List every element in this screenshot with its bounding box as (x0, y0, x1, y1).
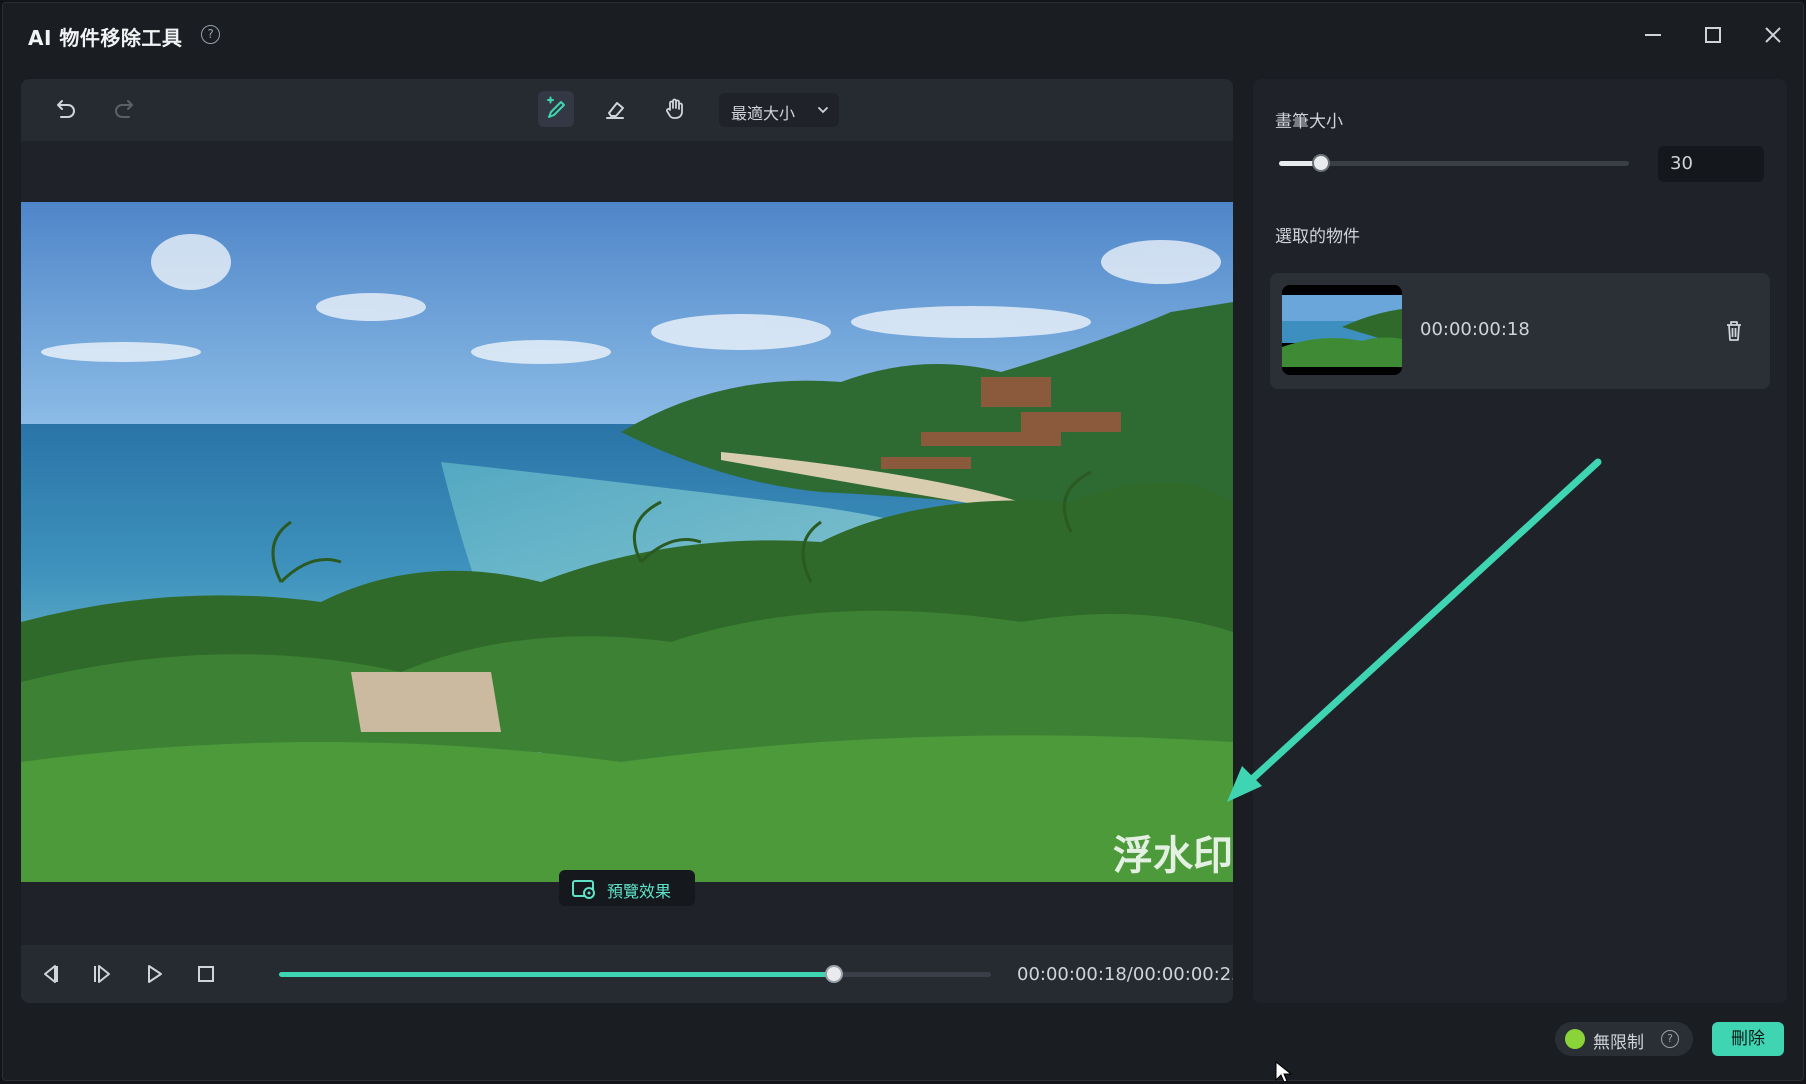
undo-icon (57, 100, 75, 118)
unlimited-label: 無限制 (1593, 1033, 1644, 1053)
maximize-button[interactable] (1695, 17, 1731, 53)
brush-size-label: 畫筆大小 (1275, 112, 1343, 132)
hand-tool-button[interactable] (657, 91, 693, 127)
credit-icon (1565, 1029, 1585, 1049)
object-timecode: 00:00:00:18 (1420, 319, 1530, 340)
eraser-icon (606, 102, 624, 119)
selected-object-item[interactable]: 00:00:00:18 (1270, 273, 1770, 389)
help-icon[interactable]: ? (1661, 1030, 1679, 1048)
preview-label: 預覽效果 (607, 882, 672, 901)
video-frame: 浮水印 (21, 202, 1233, 882)
maximize-icon (1705, 27, 1721, 43)
video-preview[interactable]: 浮水印 (21, 202, 1233, 882)
close-icon (1765, 27, 1781, 43)
undo-button[interactable] (47, 91, 83, 127)
mouse-cursor-icon (1275, 1060, 1293, 1083)
redo-icon (115, 100, 133, 118)
eraser-tool-button[interactable] (597, 91, 633, 127)
next-frame-button[interactable] (87, 959, 117, 989)
settings-panel: 畫筆大小 30 選取的物件 00:00:00:18 (1253, 79, 1787, 1003)
brush-icon (547, 96, 565, 118)
step-back-icon (44, 965, 58, 983)
window-title: AI 物件移除工具 (28, 26, 183, 50)
trash-icon[interactable] (1720, 317, 1748, 345)
play-icon (148, 965, 162, 983)
help-icon[interactable]: ? (201, 25, 220, 44)
playback-timecode: 00:00:00:18/00:00:00:23 (1017, 964, 1233, 985)
step-forward-icon (94, 965, 110, 983)
redo-button[interactable] (107, 91, 143, 127)
editor-panel: 最適大小 浮水印 預覽效果 00:00:00:18/00:00:00:23 (21, 79, 1233, 1003)
zoom-dropdown[interactable]: 最適大小 (719, 93, 839, 127)
unlimited-badge[interactable]: 無限制 ? (1555, 1022, 1693, 1056)
stop-icon (198, 966, 214, 982)
title-bar: AI 物件移除工具 ? (3, 3, 1803, 67)
scrubber-progress (279, 972, 835, 977)
scrubber-handle[interactable] (825, 965, 844, 983)
watermark-text: 浮水印 (1113, 833, 1233, 879)
preview-effect-button[interactable]: 預覽效果 (559, 870, 695, 906)
playback-controls: 00:00:00:18/00:00:00:23 (21, 945, 1233, 1003)
chevron-down-icon (818, 107, 828, 114)
editor-toolbar: 最適大小 (21, 79, 1233, 141)
zoom-label: 最適大小 (731, 104, 796, 123)
preview-icon (572, 880, 595, 899)
close-button[interactable] (1755, 17, 1791, 53)
minimize-icon (1645, 34, 1661, 36)
prev-frame-button[interactable] (35, 959, 65, 989)
brush-size-slider[interactable] (1279, 154, 1629, 172)
stop-button[interactable] (191, 959, 221, 989)
hand-icon (666, 98, 683, 119)
selected-objects-label: 選取的物件 (1275, 227, 1360, 247)
play-button[interactable] (139, 959, 169, 989)
brush-tool-button[interactable] (538, 91, 574, 127)
ai-object-removal-window: AI 物件移除工具 ? 最適大小 浮水印 預覽效果 00:00:00:18/00… (2, 2, 1804, 1081)
brush-size-input[interactable]: 30 (1658, 146, 1764, 182)
playback-scrubber[interactable] (279, 965, 991, 983)
object-thumbnail (1282, 285, 1402, 375)
brush-size-handle[interactable] (1312, 154, 1330, 172)
delete-button[interactable]: 刪除 (1712, 1022, 1784, 1056)
minimize-button[interactable] (1635, 17, 1671, 53)
